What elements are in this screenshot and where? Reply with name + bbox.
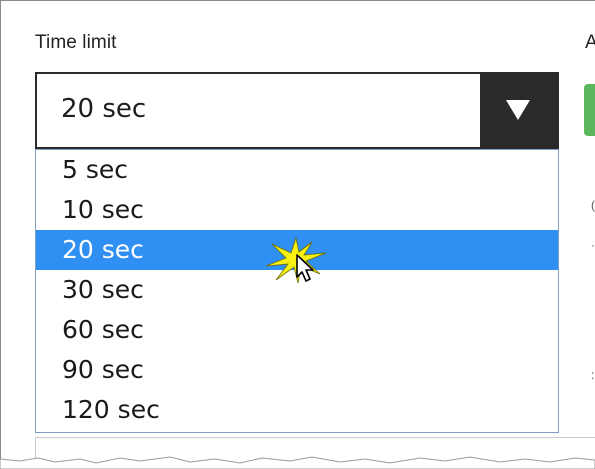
triangle-down-icon [506, 100, 530, 120]
option-10-sec[interactable]: 10 sec [36, 190, 558, 230]
option-60-sec[interactable]: 60 sec [36, 310, 558, 350]
time-limit-selected-value: 20 sec [61, 94, 147, 124]
time-limit-label: Time limit [35, 32, 117, 53]
time-limit-options-list: 5 sec 10 sec 20 sec 30 sec 60 sec 90 sec… [35, 149, 559, 433]
dropdown-toggle-button[interactable] [480, 74, 557, 147]
option-90-sec[interactable]: 90 sec [36, 350, 558, 390]
screenshot-frame: Time limit A 20 sec ( · : 5 sec 10 sec 2… [0, 0, 595, 461]
torn-paper-edge [0, 456, 595, 469]
partial-glyph: ( [591, 198, 595, 212]
option-5-sec[interactable]: 5 sec [36, 150, 558, 190]
partial-glyph: · [591, 238, 595, 252]
option-30-sec[interactable]: 30 sec [36, 270, 558, 310]
partial-glyph: : [591, 368, 595, 382]
time-limit-select[interactable]: 20 sec [35, 72, 559, 149]
option-120-sec[interactable]: 120 sec [36, 390, 558, 430]
option-20-sec[interactable]: 20 sec [36, 230, 558, 270]
adjacent-field-label: A [585, 32, 595, 53]
adjacent-green-button[interactable] [584, 84, 595, 136]
